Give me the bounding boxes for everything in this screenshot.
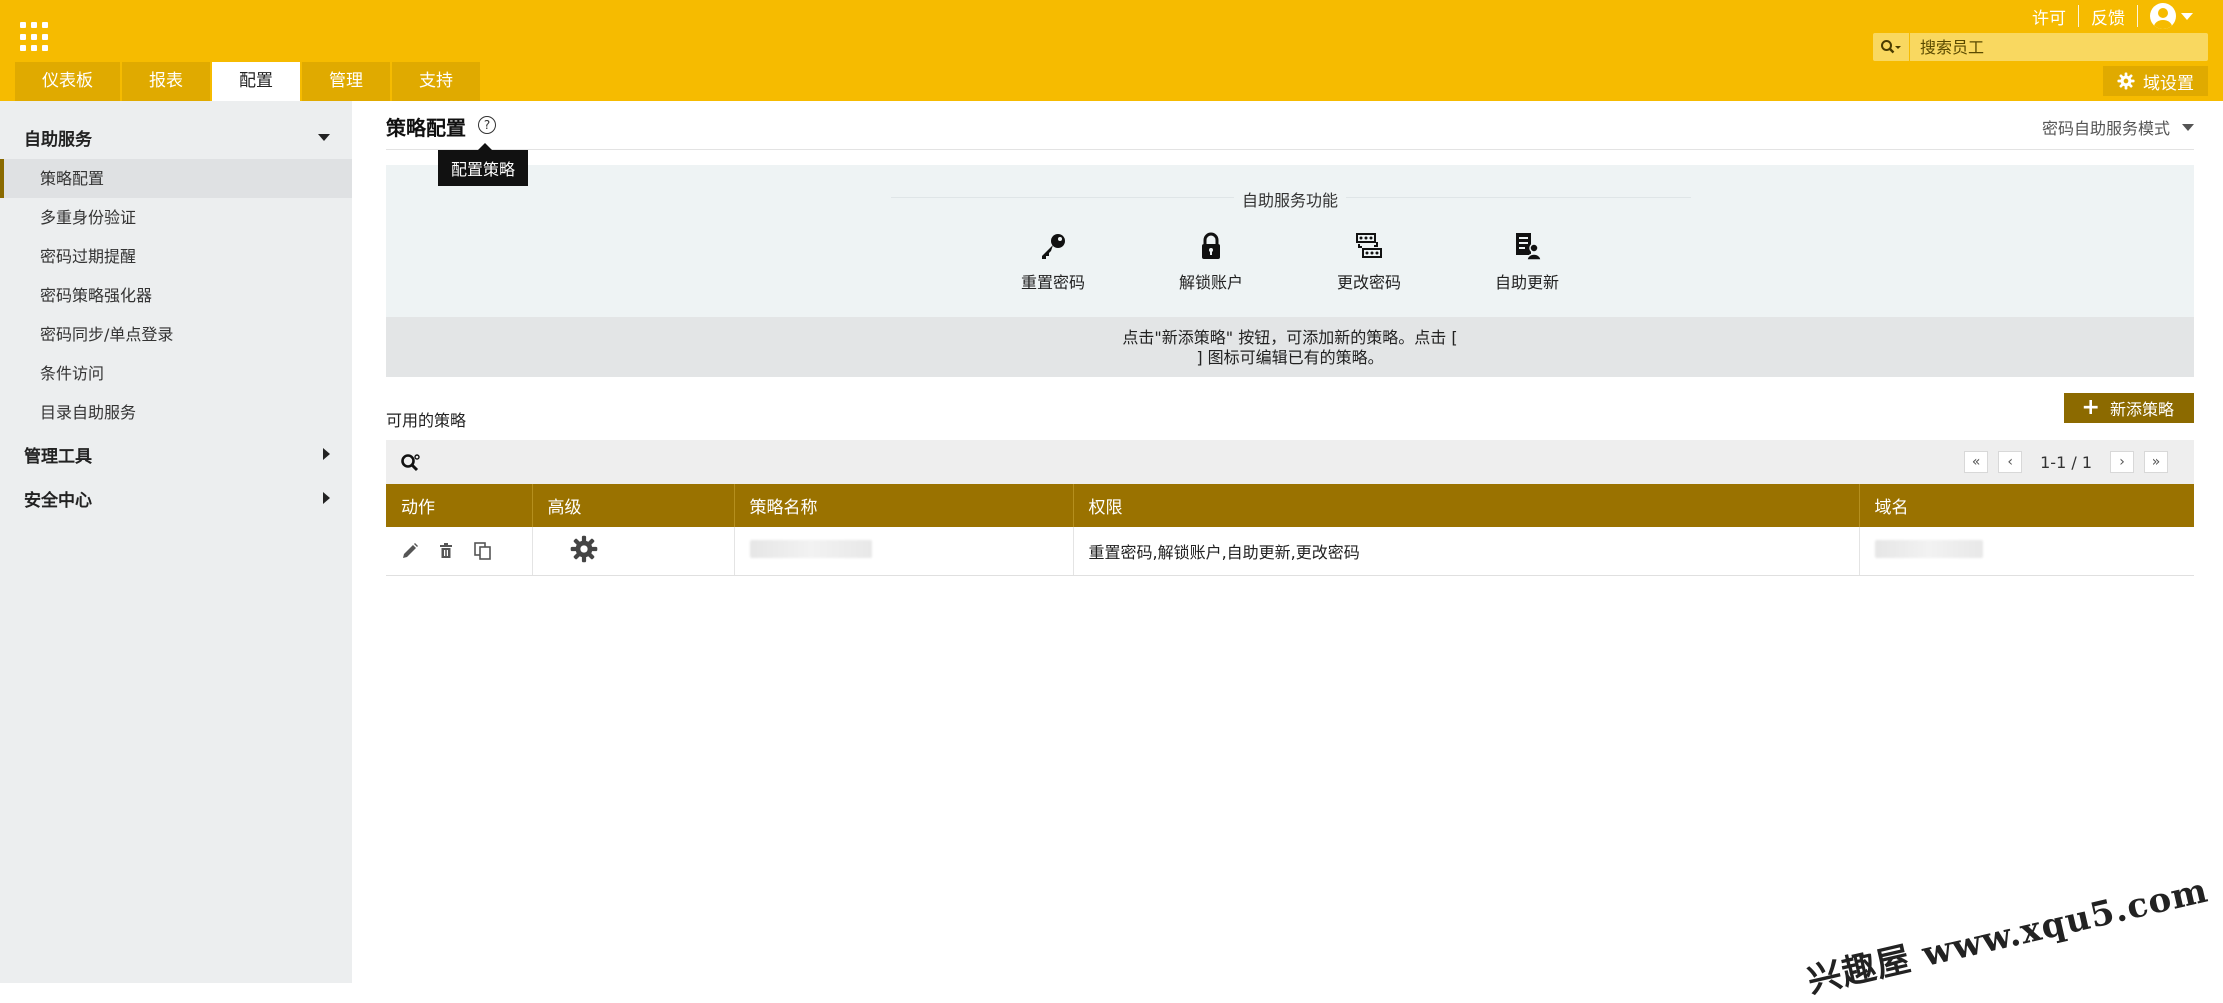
self-update-icon [1516,233,1542,261]
delete-icon[interactable] [437,542,455,560]
search-input[interactable] [1910,34,2208,60]
key-icon [1042,234,1065,259]
gear-icon [2117,72,2135,90]
hint-line: ] 图标可编辑已有的策略。 [1196,348,1384,367]
search-icon[interactable] [1873,33,1910,61]
tab-reports[interactable]: 报表 [122,62,210,101]
table-row: 重置密码,解锁账户,自助更新,更改密码 [386,527,2194,576]
top-links: 许可 反馈 [2020,2,2193,30]
hint-message: 点击"新添策略" 按钮，可添加新的策略。点击 [ ] 图标可编辑已有的策略。 [386,317,2194,377]
column-header-policy-name[interactable]: 策略名称 [734,484,1074,527]
last-page-icon[interactable]: » [2144,451,2168,473]
redacted-policy-name [749,540,872,558]
advanced-settings-gear-icon[interactable] [570,535,598,563]
feature-reset-password[interactable]: 重置密码 [985,231,1121,293]
features-title-text: 自助服务功能 [1233,191,1346,210]
sidebar-item-password-expiry[interactable]: 密码过期提醒 [0,237,352,276]
hint-line: 点击"新添策略" 按钮，可添加新的策略。点击 [ [1122,328,1458,347]
column-header-actions: 动作 [386,484,533,527]
app-grid-icon[interactable] [20,22,50,52]
available-policies-title: 可用的策略 [386,411,467,430]
feature-self-update[interactable]: 自助更新 [1459,231,1595,293]
sidebar-item-conditional-access[interactable]: 条件访问 [0,354,352,393]
divider [2137,5,2138,27]
self-service-features-panel: 自助服务功能 重置密码 解锁账户 更改密码 自助更新 [386,165,2194,317]
page-header: 策略配置 ? 密码自助服务模式 [386,101,2194,150]
tab-configuration[interactable]: 配置 [212,62,300,101]
sidebar-item-directory-self-service[interactable]: 目录自助服务 [0,393,352,432]
feature-unlock-account[interactable]: 解锁账户 [1143,231,1279,293]
sidebar-item-password-policy[interactable]: 密码策略强化器 [0,276,352,315]
feature-change-password[interactable]: 更改密码 [1301,231,1437,293]
divider [2078,5,2079,27]
chevron-down-icon [318,133,330,141]
sidebar-item-password-sync[interactable]: 密码同步/单点登录 [0,315,352,354]
row-domain [1859,527,2194,576]
sidebar-group-admin-tools[interactable]: 管理工具 [0,432,352,476]
row-permissions: 重置密码,解锁账户,自助更新,更改密码 [1073,527,1860,576]
sidebar-group-security-center[interactable]: 安全中心 [0,476,352,520]
column-header-advanced: 高级 [532,484,735,527]
row-advanced [532,527,735,576]
chevron-down-icon [2181,12,2193,20]
help-icon[interactable]: ? [478,116,496,134]
sidebar-group-label: 管理工具 [24,446,92,467]
domain-settings-button[interactable]: 域设置 [2103,66,2208,96]
page-indicator: 1-1 / 1 [2040,452,2092,472]
chevron-down-icon [2182,123,2194,131]
watermark: 兴趣屋 www.xqu5.com [1804,870,2213,1002]
edit-icon[interactable] [401,542,419,560]
mode-dropdown[interactable]: 密码自助服务模式 [2042,115,2194,139]
column-header-permissions[interactable]: 权限 [1073,484,1860,527]
table-header-row: 动作 高级 策略名称 权限 域名 [386,484,2194,527]
features-title: 自助服务功能 [386,187,2194,211]
tab-support[interactable]: 支持 [392,62,480,101]
chevron-right-icon [323,492,330,504]
sidebar-group-label: 自助服务 [24,129,92,150]
domain-settings-label: 域设置 [2143,73,2194,94]
feature-label: 自助更新 [1494,273,1559,292]
tab-dashboard[interactable]: 仪表板 [15,62,120,101]
new-policy-button[interactable]: + 新添策略 [2063,393,2194,423]
tab-management[interactable]: 管理 [302,62,390,101]
lock-icon [1202,232,1220,259]
column-header-domain[interactable]: 域名 [1859,484,2194,527]
feedback-link[interactable]: 反馈 [2079,4,2137,29]
page-title: 策略配置 [386,116,466,140]
feature-list: 重置密码 解锁账户 更改密码 自助更新 [386,231,2194,293]
user-menu[interactable] [2138,3,2193,29]
first-page-icon[interactable]: « [1964,451,1989,473]
policies-table: 动作 高级 策略名称 权限 域名 重置密码,解锁账户,自助更新,更改密码 [386,484,2194,576]
license-link[interactable]: 许可 [2020,4,2078,29]
employee-search [1873,33,2208,61]
mode-selected-value: 密码自助服务模式 [2041,119,2170,138]
change-password-icon [1356,233,1382,258]
copy-icon[interactable] [473,541,493,561]
table-search-icon[interactable] [400,453,422,477]
next-page-icon[interactable]: › [2110,451,2134,473]
user-avatar-icon [2150,3,2176,29]
row-policy-name [734,527,1074,576]
redacted-domain [1874,540,1983,558]
feature-label: 更改密码 [1336,273,1401,292]
plus-icon: + [2081,395,2100,420]
top-bar: 许可 反馈 仪表板 报表 配置 管理 支持 [0,0,2223,101]
feature-label: 解锁账户 [1178,273,1243,292]
tooltip: 配置策略 [438,143,529,186]
feature-label: 重置密码 [1020,273,1085,292]
sidebar: 自助服务 策略配置 多重身份验证 密码过期提醒 密码策略强化器 密码同步/单点登… [0,101,352,983]
main-tabs: 仪表板 报表 配置 管理 支持 [15,62,482,101]
row-actions [386,527,533,576]
sidebar-item-policy-config[interactable]: 策略配置 [0,159,352,198]
sidebar-item-mfa[interactable]: 多重身份验证 [0,198,352,237]
prev-page-icon[interactable]: ‹ [1998,451,2023,473]
sidebar-group-self-service[interactable]: 自助服务 [0,115,352,159]
pagination: « ‹ 1-1 / 1 › » [1964,451,2168,473]
table-toolbar: « ‹ 1-1 / 1 › » [386,440,2194,484]
new-policy-label: 新添策略 [2109,400,2174,419]
sidebar-group-label: 安全中心 [24,490,92,511]
chevron-right-icon [323,448,330,460]
